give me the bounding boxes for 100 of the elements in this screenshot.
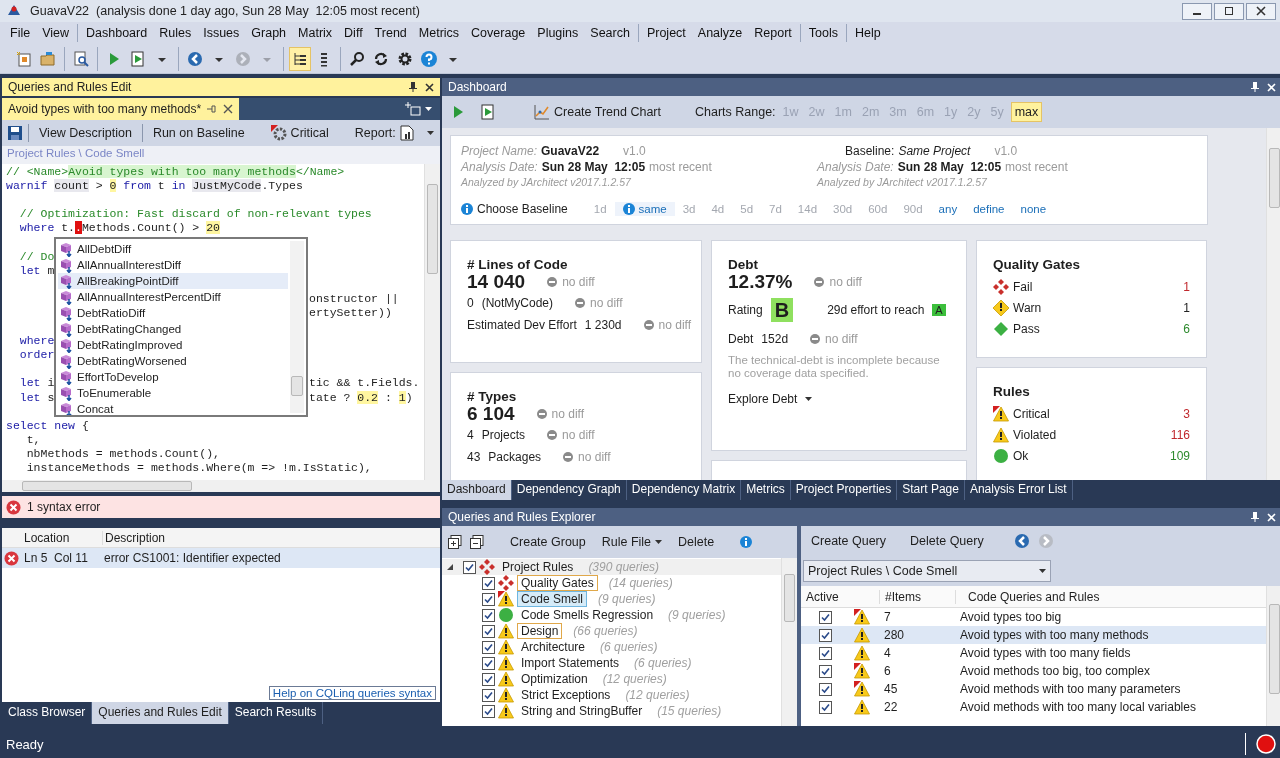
query-row[interactable]: 7 Avoid types too big — [801, 608, 1266, 626]
menu-item[interactable]: Analyze — [691, 24, 749, 42]
menu-item[interactable]: Graph — [245, 24, 293, 42]
help-icon[interactable] — [421, 50, 437, 67]
info-icon[interactable] — [740, 536, 753, 548]
tree-item[interactable]: Code Smell (9 queries) — [442, 591, 781, 607]
tab[interactable]: Dashboard — [442, 480, 512, 500]
scrollbar[interactable] — [1266, 586, 1280, 726]
maximize-button[interactable] — [1214, 2, 1244, 20]
tab[interactable]: Analysis Error List — [964, 480, 1073, 500]
menu-item[interactable]: Tools — [802, 24, 844, 42]
baseline-option[interactable]: define — [965, 202, 1013, 216]
checkbox[interactable] — [482, 640, 495, 654]
query-row[interactable]: 45 Avoid methods with too many parameters — [801, 680, 1266, 698]
checkbox[interactable] — [482, 672, 495, 686]
error-row[interactable]: Ln 5 Col 11 error CS1001: Identifier expected — [2, 548, 440, 568]
completion-item[interactable]: AllAnnualInterestPercentDiff — [58, 289, 288, 305]
baseline-option[interactable]: none — [1012, 202, 1055, 216]
minimize-button[interactable] — [1182, 2, 1212, 20]
search-icon[interactable] — [349, 50, 365, 67]
completion-item[interactable]: AllAnnualInterestDiff — [58, 257, 288, 273]
find-document-icon[interactable] — [73, 50, 89, 67]
collapse-all-icon[interactable] — [470, 535, 484, 549]
menu-item[interactable]: Metrics — [412, 24, 466, 42]
pin-icon[interactable] — [409, 82, 417, 92]
menu-item[interactable]: Report — [748, 24, 798, 42]
run-on-baseline-button[interactable]: Run on Baseline — [148, 124, 249, 142]
tab[interactable]: Search Results — [228, 702, 324, 724]
close-icon[interactable] — [425, 82, 434, 92]
checkbox[interactable] — [818, 664, 832, 678]
caret-icon[interactable] — [425, 107, 432, 111]
new-window-icon[interactable] — [405, 102, 421, 116]
query-row[interactable]: 22 Avoid methods with too many local variables — [801, 698, 1266, 716]
view-description-button[interactable]: View Description — [35, 124, 136, 142]
tree-item[interactable]: Project Rules (390 queries) — [442, 559, 781, 575]
tree-item[interactable]: Quality Gates (14 queries) — [442, 575, 781, 591]
delete-button[interactable]: Delete — [674, 533, 719, 551]
completion-item[interactable]: DebtRatingWorsened — [58, 353, 288, 369]
create-group-button[interactable]: Create Group — [506, 533, 590, 551]
baseline-option[interactable]: same — [614, 202, 675, 216]
query-row[interactable]: 280 Avoid types with too many methods — [801, 626, 1266, 644]
scrollbar[interactable] — [424, 164, 440, 480]
menu-item[interactable]: File — [4, 24, 37, 42]
checkbox[interactable] — [482, 576, 495, 590]
help-link[interactable]: Help on CQLinq queries syntax — [268, 686, 436, 700]
menu-item[interactable]: Diff — [338, 24, 369, 42]
tree-item[interactable]: Optimization (12 queries) — [442, 671, 781, 687]
explore-debt-button[interactable]: Explore Debt — [728, 392, 813, 406]
create-query-button[interactable]: Create Query — [807, 532, 891, 550]
tree-item[interactable]: Code Smells Regression (9 queries) — [442, 607, 781, 623]
menu-item[interactable]: Plugins — [531, 24, 585, 42]
tree-item[interactable]: Import Statements (6 queries) — [442, 655, 781, 671]
checkbox[interactable] — [482, 608, 495, 622]
report-button[interactable]: Report: — [350, 123, 418, 143]
menu-item[interactable]: Coverage — [465, 24, 532, 42]
menu-item[interactable]: Rules — [153, 24, 198, 42]
baseline-option[interactable]: any — [930, 202, 966, 216]
checkbox[interactable] — [482, 592, 495, 606]
column-header[interactable]: Location — [22, 530, 102, 545]
menu-item[interactable]: View — [36, 24, 76, 42]
tab[interactable]: Queries and Rules Edit — [92, 702, 229, 724]
query-row[interactable]: 6 Avoid methods too big, too complex — [801, 662, 1266, 680]
completion-item[interactable]: ToEnumerable — [58, 385, 288, 401]
severity-button[interactable]: Critical — [266, 123, 333, 143]
checkbox[interactable] — [818, 646, 832, 660]
tree-item[interactable]: Design (66 queries) — [442, 623, 781, 639]
pin-icon[interactable] — [1251, 512, 1259, 522]
delete-query-button[interactable]: Delete Query — [906, 532, 988, 550]
back-icon[interactable] — [1013, 533, 1030, 549]
checkbox[interactable] — [818, 628, 832, 642]
scrollbar[interactable] — [1266, 128, 1280, 480]
pin-icon[interactable] — [1251, 82, 1259, 92]
run-document-icon[interactable] — [130, 50, 146, 67]
scrollbar[interactable] — [2, 480, 440, 492]
menu-item[interactable]: Project — [640, 24, 692, 42]
tree-view-icon[interactable] — [292, 50, 308, 67]
expander-icon[interactable] — [446, 563, 454, 571]
dropdown-icon[interactable] — [427, 131, 434, 135]
tree-item[interactable]: Strict Exceptions (12 queries) — [442, 687, 781, 703]
checkbox[interactable] — [463, 560, 476, 574]
query-row[interactable]: 4 Avoid types with too many fields — [801, 644, 1266, 662]
menu-item[interactable]: Matrix — [292, 24, 339, 42]
menu-item[interactable]: Issues — [197, 24, 246, 42]
completion-item[interactable]: EffortToDevelop — [58, 369, 288, 385]
rule-file-button[interactable]: Rule File — [597, 533, 667, 551]
completion-item[interactable]: AllDebtDiff — [58, 241, 288, 257]
tree-item[interactable]: Architecture (6 queries) — [442, 639, 781, 655]
tree-item[interactable]: String and StringBuffer (15 queries) — [442, 703, 781, 719]
column-header[interactable]: Active — [801, 589, 849, 604]
menu-item[interactable]: Help — [849, 24, 887, 42]
menu-item[interactable]: Trend — [368, 24, 413, 42]
completion-item[interactable]: AllBreakingPointDiff — [58, 273, 288, 289]
checkbox[interactable] — [482, 704, 495, 718]
tab[interactable]: Metrics — [741, 480, 791, 500]
completion-item[interactable]: DebtRatingImproved — [58, 337, 288, 353]
checkbox[interactable] — [482, 656, 495, 670]
save-icon[interactable] — [8, 126, 22, 140]
checkbox[interactable] — [818, 682, 832, 696]
create-trend-chart-button[interactable]: Create Trend Chart — [530, 102, 665, 122]
back-icon[interactable] — [187, 50, 203, 67]
